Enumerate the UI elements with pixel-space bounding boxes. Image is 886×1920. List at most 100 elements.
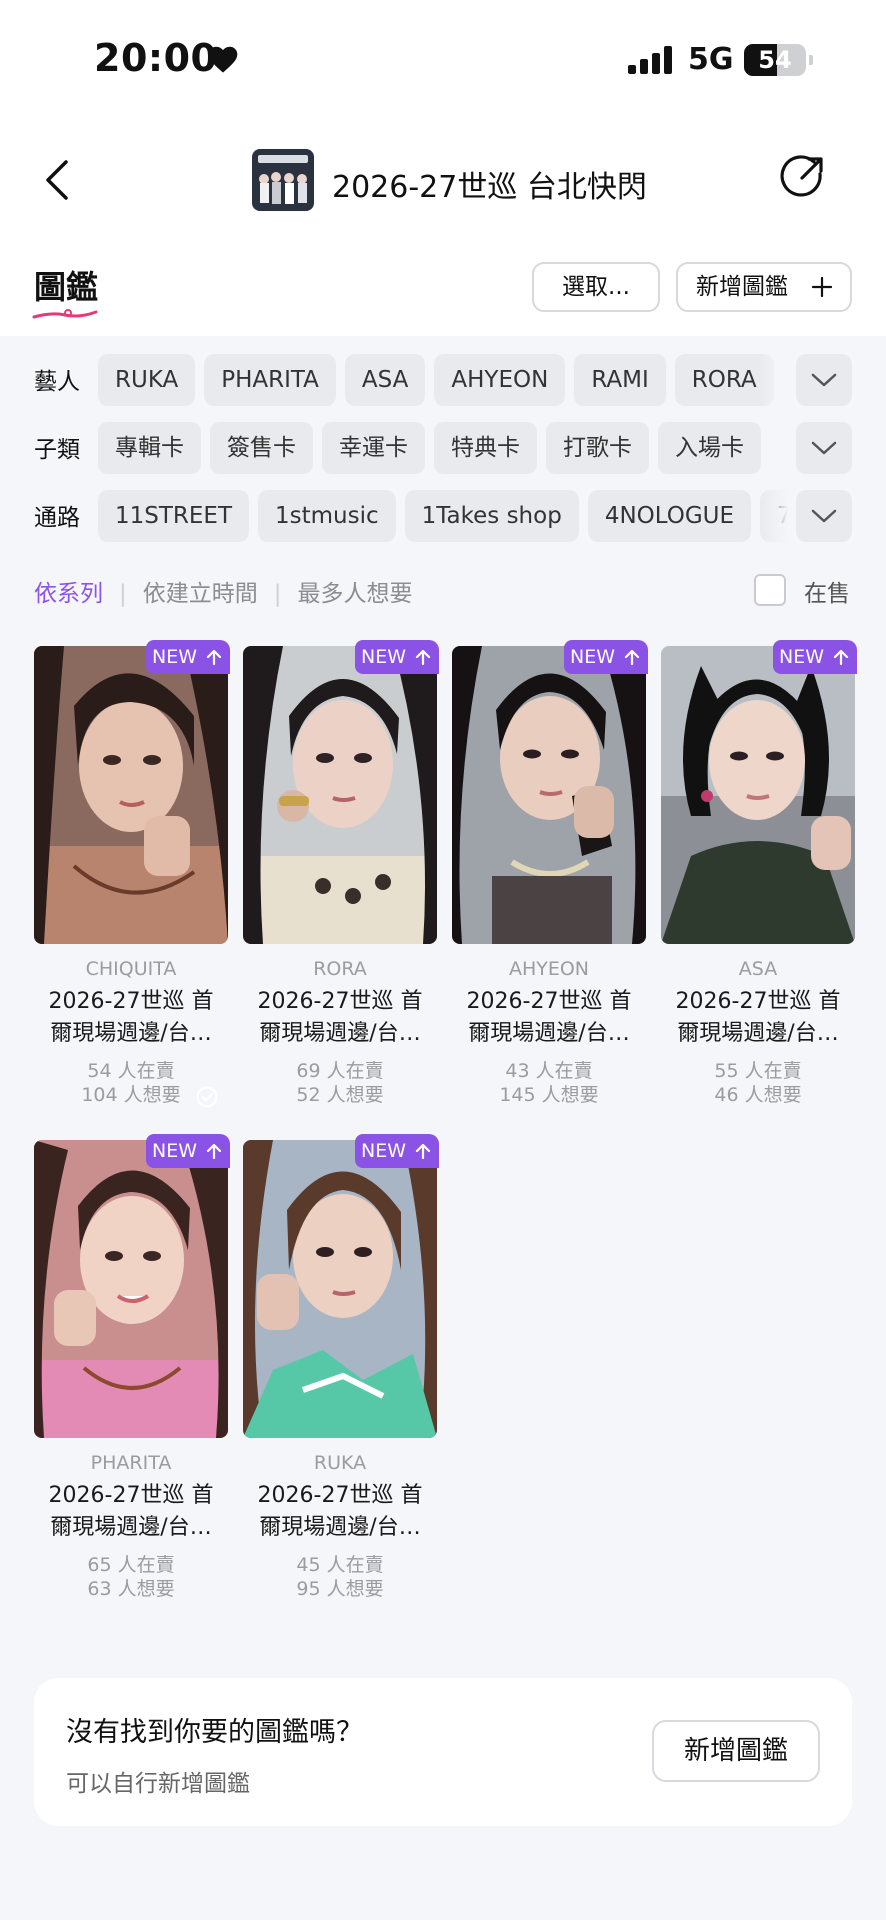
card-title-line: 爾現場週邊/台… (50, 1515, 212, 1540)
card-title-line: 2026-27世巡 首 (48, 989, 214, 1014)
new-badge-label: NEW (361, 1140, 407, 1162)
plus-icon (812, 277, 832, 297)
filter-chip[interactable]: 打歌卡 (546, 422, 649, 474)
add-collection-button[interactable]: 新增圖鑑 (676, 262, 852, 312)
photocard-item[interactable]: NEW RUKA 2026-27世巡 首 爾現場週邊/台… 45 人在賣 95 … (243, 1134, 439, 1610)
subtype-chip-list: 專輯卡 簽售卡 幸運卡 特典卡 打歌卡 入場卡 (98, 422, 788, 474)
filter-chip[interactable]: ASA (344, 354, 426, 406)
card-title: 2026-27世巡 首 爾現場週邊/台… (243, 986, 437, 1050)
new-badge-label: NEW (152, 1140, 198, 1162)
filter-chip[interactable]: 入場卡 (658, 422, 761, 474)
card-artist: PHARITA (90, 1452, 172, 1474)
select-button[interactable]: 選取... (532, 262, 660, 312)
network-label: 5G (688, 42, 734, 77)
channel-filter-row: 通路 11STREET1stmusic1Takes shop4NOLOGUE7 (0, 490, 886, 542)
filter-chip[interactable]: PHARITA (204, 354, 336, 406)
sort-options: 依系列 | 依建立時間 | 最多人想要 (34, 574, 413, 610)
card-title-line: 2026-27世巡 首 (257, 989, 423, 1014)
filter-chip[interactable]: 11STREET (98, 490, 250, 542)
filter-chip[interactable]: 4NOLOGUE (587, 490, 752, 542)
on-sale-checkbox[interactable] (754, 574, 786, 606)
album-thumbnail (252, 149, 314, 211)
chevron-down-icon (811, 509, 837, 523)
arrow-up-icon (206, 1143, 222, 1159)
new-badge: NEW (773, 640, 857, 674)
card-title: 2026-27世巡 首 爾現場週邊/台… (452, 986, 646, 1050)
new-badge: NEW (146, 1134, 230, 1168)
photocard-item[interactable]: NEW CHIQUITA 2026-27世巡 首 爾現場週邊/台… 54 人在賣… (34, 640, 230, 1116)
card-artist: ASA (738, 958, 778, 980)
prompt-title: 沒有找到你要的圖鑑嗎？ (66, 1717, 363, 1748)
sort-by-series[interactable]: 依系列 (34, 581, 103, 607)
new-badge-label: NEW (361, 646, 407, 668)
card-title-line: 2026-27世巡 首 (257, 1483, 423, 1508)
photocard-item[interactable]: NEW AHYEON 2026-27世巡 首 爾現場週邊/台… 43 人在賣 1… (452, 640, 648, 1116)
filter-chip[interactable]: 1stmusic (258, 490, 396, 542)
sort-divider: | (273, 581, 282, 607)
prompt-add-collection-button[interactable]: 新增圖鑑 (652, 1720, 820, 1782)
back-icon[interactable] (40, 158, 76, 202)
photocard-image (661, 646, 855, 944)
sort-by-created-time[interactable]: 依建立時間 (143, 581, 258, 607)
filter-chip[interactable]: 簽售卡 (210, 422, 313, 474)
filter-label: 藝人 (34, 369, 80, 395)
card-artist: AHYEON (508, 958, 590, 980)
chip-fade (758, 490, 788, 542)
card-selling-count: 55 人在賣 (714, 1060, 802, 1082)
photocard-item[interactable]: NEW ASA 2026-27世巡 首 爾現場週邊/台… 55 人在賣 46 人… (661, 640, 857, 1116)
filter-chip[interactable]: RAMI (574, 354, 666, 406)
filter-chip[interactable]: RUKA (98, 354, 196, 406)
chip-fade (758, 422, 788, 474)
photocard-image (452, 646, 646, 944)
card-selling-count: 65 人在賣 (87, 1554, 175, 1576)
heart-icon (208, 46, 238, 73)
card-wanted-count: 46 人想要 (714, 1084, 802, 1106)
expand-artist-filter-button[interactable] (796, 354, 852, 406)
artist-filter-row: 藝人 RUKA PHARITA ASA AHYEON RAMI RORA (0, 354, 886, 406)
card-title: 2026-27世巡 首 爾現場週邊/台… (34, 1480, 228, 1544)
new-badge: NEW (146, 640, 230, 674)
card-title: 2026-27世巡 首 爾現場週邊/台… (34, 986, 228, 1050)
card-wanted-count: 52 人想要 (296, 1084, 384, 1106)
filter-chip[interactable]: 幸運卡 (322, 422, 425, 474)
new-badge-label: NEW (152, 646, 198, 668)
filter-label: 通路 (34, 505, 80, 531)
card-title-line: 2026-27世巡 首 (466, 989, 632, 1014)
new-badge: NEW (355, 1134, 439, 1168)
chevron-down-icon (811, 441, 837, 455)
prompt-subtitle: 可以自行新增圖鑑 (66, 1771, 250, 1797)
nav-header: 2026-27世巡 台北快閃 (0, 140, 886, 220)
card-title-line: 爾現場週邊/台… (259, 1021, 421, 1046)
photocard-item[interactable]: NEW PHARITA 2026-27世巡 首 爾現場週邊/台… 65 人在賣 … (34, 1134, 230, 1610)
battery-level: 54 (758, 46, 792, 74)
new-badge: NEW (355, 640, 439, 674)
photocard-item[interactable]: NEW RORA 2026-27世巡 首 爾現場週邊/台… 69 人在賣 52 … (243, 640, 439, 1116)
arrow-up-icon (624, 649, 640, 665)
filter-chip[interactable]: AHYEON (434, 354, 566, 406)
filter-chip[interactable]: 專輯卡 (98, 422, 201, 474)
filter-chip[interactable]: 1Takes shop (404, 490, 579, 542)
battery-icon: 54 (744, 44, 806, 76)
photocard-image (34, 1140, 228, 1438)
battery-tip (809, 55, 813, 65)
card-selling-count: 45 人在賣 (296, 1554, 384, 1576)
expand-channel-filter-button[interactable] (796, 490, 852, 542)
section-title: 圖鑑 (34, 268, 99, 306)
arrow-up-icon (415, 649, 431, 665)
add-collection-prompt: 沒有找到你要的圖鑑嗎？ 可以自行新增圖鑑 新增圖鑑 (34, 1678, 852, 1826)
page-title: 2026-27世巡 台北快閃 (332, 170, 647, 205)
photocard-image (243, 646, 437, 944)
subtype-filter-row: 子類 專輯卡 簽售卡 幸運卡 特典卡 打歌卡 入場卡 (0, 422, 886, 474)
arrow-up-icon (206, 649, 222, 665)
signal-icon (628, 46, 672, 74)
arrow-up-icon (833, 649, 849, 665)
expand-subtype-filter-button[interactable] (796, 422, 852, 474)
card-selling-count: 43 人在賣 (505, 1060, 593, 1082)
add-collection-label: 新增圖鑑 (696, 274, 788, 300)
card-artist: CHIQUITA (85, 958, 177, 980)
channel-chip-list: 11STREET1stmusic1Takes shop4NOLOGUE7 (98, 490, 788, 542)
share-icon[interactable] (780, 154, 826, 200)
sort-by-most-wanted[interactable]: 最多人想要 (298, 581, 413, 607)
new-badge: NEW (564, 640, 648, 674)
filter-chip[interactable]: 特典卡 (434, 422, 537, 474)
